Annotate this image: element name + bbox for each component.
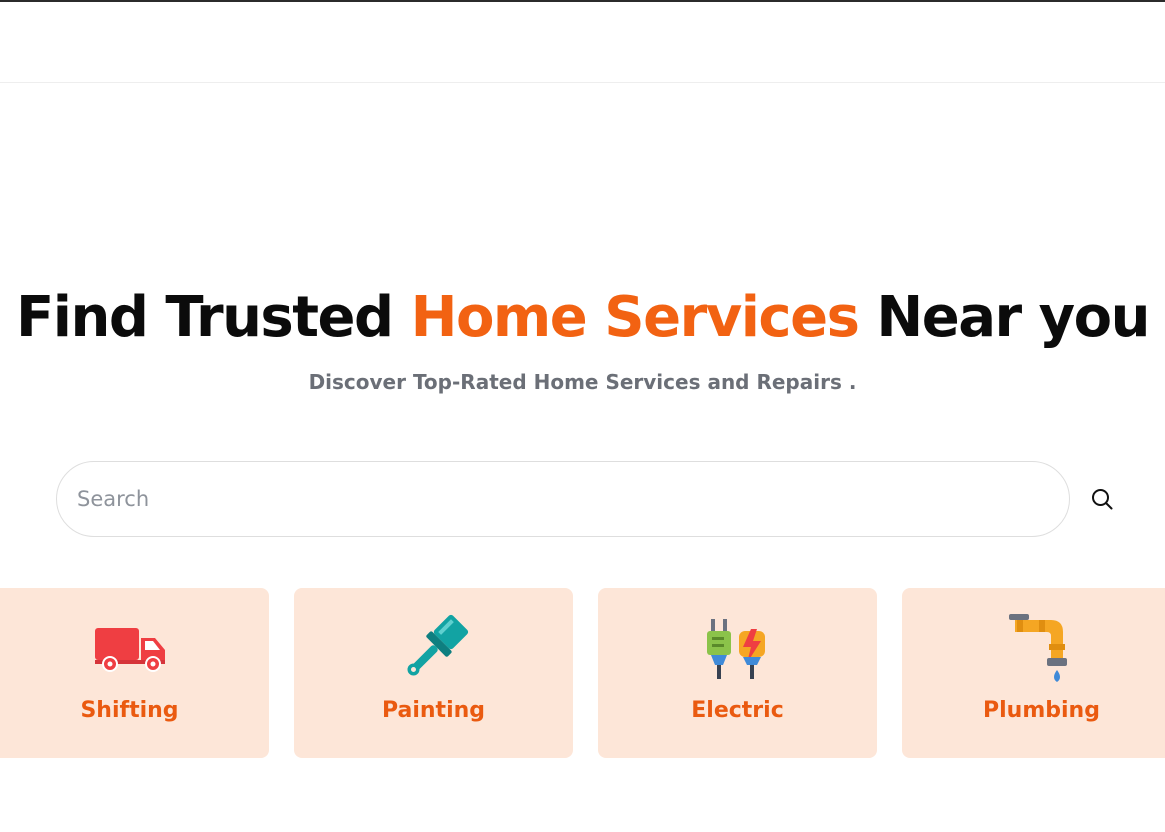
truck-icon [94, 628, 165, 672]
hero-title-part2: Near you [858, 285, 1150, 350]
search-button[interactable] [1086, 483, 1118, 515]
pipe-icon [1008, 614, 1067, 682]
hero-title-part1: Find Trusted [16, 285, 411, 350]
header-bar [0, 2, 1165, 83]
electric-plug-icon [706, 619, 765, 679]
category-card-shifting[interactable]: Shifting [0, 588, 269, 758]
hero-title: Find Trusted Home Services Near you [0, 282, 1165, 354]
paintbrush-icon [406, 614, 468, 676]
category-card-electric[interactable]: Electric [598, 588, 877, 758]
category-label-painting: Painting [381, 698, 486, 723]
search-icon [1092, 489, 1113, 510]
category-label-electric: Electric [691, 698, 784, 723]
hero-subtitle: Discover Top-Rated Home Services and Rep… [308, 370, 857, 394]
category-label-plumbing: Plumbing [983, 698, 1100, 723]
category-card-plumbing[interactable]: Plumbing [902, 588, 1165, 758]
search-input[interactable] [56, 461, 1070, 537]
hero-title-accent: Home Services [410, 285, 860, 350]
category-card-painting[interactable]: Painting [294, 588, 573, 758]
category-label-shifting: Shifting [80, 698, 179, 723]
